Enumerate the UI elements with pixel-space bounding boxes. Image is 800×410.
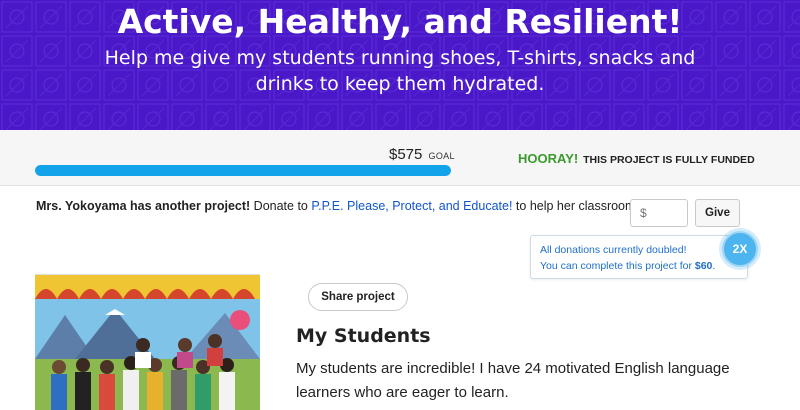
donate-to-text: Donate to xyxy=(253,199,308,213)
match-line-2-prefix: You can complete this project for xyxy=(540,260,692,272)
double-match-badge: 2X xyxy=(722,231,758,267)
classroom-photo xyxy=(35,274,260,410)
funding-progress-bar xyxy=(35,165,451,176)
give-button[interactable]: Give xyxy=(695,199,740,227)
section-body: My students are incredible! I have 24 mo… xyxy=(296,360,730,401)
another-project-notice: Mrs. Yokoyama has another project! Donat… xyxy=(36,199,639,213)
funded-status: HOORAY! THIS PROJECT IS FULLY FUNDED xyxy=(518,151,755,166)
hero-banner: Active, Healthy, and Resilient! Help me … xyxy=(0,0,800,130)
page-title: Active, Healthy, and Resilient! xyxy=(117,2,683,41)
share-project-button[interactable]: Share project xyxy=(308,283,408,311)
goal-display: $575 GOAL xyxy=(389,146,455,163)
other-project-link[interactable]: P.P.E. Please, Protect, and Educate! xyxy=(311,199,512,213)
help-classroom-text: to help her classroom. xyxy=(515,199,639,213)
teacher-another-project: Mrs. Yokoyama has another project! xyxy=(36,199,251,213)
funding-progress-fill xyxy=(35,165,451,176)
match-line-2: You can complete this project for $60. xyxy=(540,258,738,274)
section-title: My Students xyxy=(296,325,431,347)
page-subtitle: Help me give my students running shoes, … xyxy=(104,47,696,95)
match-offer-box: All donations currently doubled! You can… xyxy=(530,235,748,279)
goal-label: GOAL xyxy=(428,151,455,161)
hooray-label: HOORAY! xyxy=(518,151,579,166)
goal-amount: $575 xyxy=(389,146,423,163)
donation-amount-input[interactable] xyxy=(630,199,688,227)
classroom-photo-image xyxy=(35,275,260,410)
match-line-2-suffix: . xyxy=(712,260,716,272)
match-amount: $60 xyxy=(694,260,713,272)
match-line-1: All donations currently doubled! xyxy=(540,244,687,256)
funded-text: THIS PROJECT IS FULLY FUNDED xyxy=(583,154,755,166)
funding-section: $575 GOAL HOORAY! THIS PROJECT IS FULLY … xyxy=(0,130,800,186)
